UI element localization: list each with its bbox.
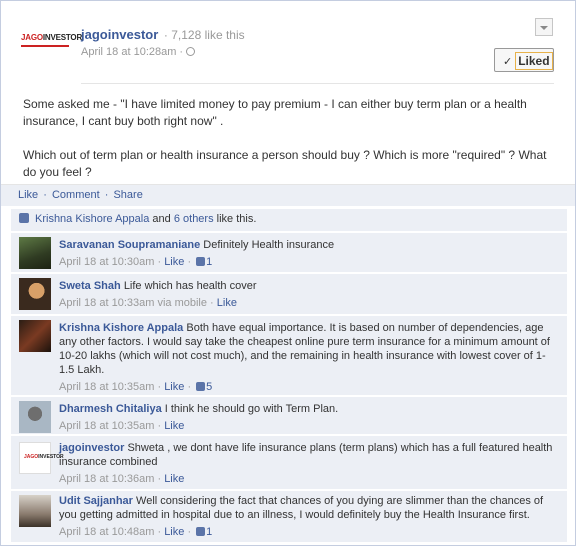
comment-like-link[interactable]: Like (217, 297, 237, 309)
comment-meta: April 18 at 10:48am · Like · 1 (59, 525, 559, 539)
meta-separator: · (210, 297, 214, 309)
share-action[interactable]: Share (113, 189, 142, 201)
comment-like-count[interactable]: 1 (206, 526, 212, 538)
comment-item: Udit Sajjanhar Well considering the fact… (11, 490, 567, 542)
globe-icon (186, 47, 196, 56)
action-separator: · (43, 189, 47, 201)
avatar[interactable] (19, 401, 51, 433)
avatar[interactable] (19, 495, 51, 527)
meta-separator: · (157, 381, 162, 393)
comment-item: Krishna Kishore Appala Both have equal i… (11, 315, 567, 395)
mini-logo: JAGOINVESTOR (24, 454, 64, 460)
logo-underline (21, 45, 69, 47)
post-paragraph-2: Which out of term plan or health insuran… (23, 148, 547, 179)
comment-like-link[interactable]: Like (164, 526, 184, 538)
meta-separator: · (187, 381, 192, 393)
comment-action[interactable]: Comment (52, 189, 100, 201)
page-name-link[interactable]: jagoinvestor (81, 27, 158, 42)
comment-like-link[interactable]: Like (164, 381, 184, 393)
avatar[interactable] (19, 237, 51, 269)
like-action[interactable]: Like (18, 189, 38, 201)
avatar[interactable] (19, 320, 51, 352)
meta-separator: · (187, 526, 192, 538)
comment-body: jagoinvestor Shweta , we dont have life … (59, 441, 559, 486)
post-header: jagoinvestor · 7,128 like this (81, 27, 245, 42)
meta-separator: · (157, 473, 162, 485)
comment-body: Krishna Kishore Appala Both have equal i… (59, 321, 559, 394)
comment-author[interactable]: Udit Sajjanhar (59, 495, 133, 507)
liked-button[interactable]: ✓ Liked (494, 48, 554, 72)
comment-author[interactable]: Sweta Shah (59, 280, 121, 292)
comment-body: Saravanan Soupramaniane Definitely Healt… (59, 238, 559, 269)
meta-separator: · (179, 46, 184, 58)
meta-separator: · (157, 256, 162, 268)
likes-connector: and (152, 213, 171, 225)
header-divider (81, 83, 554, 84)
comment-meta: April 18 at 10:35am · Like · 5 (59, 380, 559, 394)
comment-time[interactable]: April 18 at 10:35am (59, 381, 154, 393)
check-icon: ✓ (503, 56, 513, 68)
comment-item: Sweta Shah Life which has health cover A… (11, 273, 567, 314)
comment-like-link[interactable]: Like (164, 256, 184, 268)
comment-item: JAGOINVESTOR jagoinvestor Shweta , we do… (11, 435, 567, 489)
thumbs-up-icon (196, 527, 206, 536)
comment-body: Dharmesh Chitaliya I think he should go … (59, 402, 559, 433)
liker-name-link[interactable]: Krishna Kishore Appala (35, 213, 149, 225)
meta-separator: · (157, 420, 162, 432)
thumbs-up-icon (196, 382, 206, 391)
comment-time[interactable]: April 18 at 10:35am (59, 420, 154, 432)
comment-item: Dharmesh Chitaliya I think he should go … (11, 396, 567, 434)
comment-body: Sweta Shah Life which has health cover A… (59, 279, 559, 310)
comment-author[interactable]: Krishna Kishore Appala (59, 322, 183, 334)
page-likes-count: · 7,128 like this (163, 28, 245, 42)
logo-text-prefix: JAGO (24, 454, 39, 460)
post-options-button[interactable] (535, 18, 553, 36)
comment-meta: April 18 at 10:33am via mobile · Like (59, 296, 559, 310)
comment-text: Shweta , we dont have life insurance pla… (59, 442, 553, 468)
thumbs-up-icon (196, 257, 206, 266)
comment-like-link[interactable]: Like (164, 473, 184, 485)
post-meta: April 18 at 10:28am · (81, 46, 196, 58)
liked-label: Liked (515, 52, 553, 70)
comment-like-link[interactable]: Like (164, 420, 184, 432)
action-separator: · (104, 189, 109, 201)
comment-time[interactable]: April 18 at 10:36am (59, 473, 154, 485)
comment-like-count[interactable]: 5 (206, 381, 212, 393)
others-link[interactable]: 6 others (174, 213, 214, 225)
comment-meta: April 18 at 10:30am · Like · 1 (59, 255, 559, 269)
page-logo[interactable]: JAGOINVESTOR (21, 33, 82, 53)
avatar[interactable] (19, 278, 51, 310)
avatar[interactable]: JAGOINVESTOR (19, 442, 64, 474)
comment-text: Life which has health cover (123, 280, 257, 292)
comment-text: I think he should go with Term Plan. (164, 403, 339, 415)
comment-meta: April 18 at 10:35am · Like (59, 419, 559, 433)
comment-time[interactable]: April 18 at 10:48am (59, 526, 154, 538)
logo-text-prefix: JAGO (21, 33, 43, 42)
likes-suffix: like this. (216, 213, 257, 225)
meta-separator: · (157, 526, 162, 538)
likes-summary: Krishna Kishore Appala and 6 others like… (11, 209, 567, 231)
logo-text-suffix: INVESTOR (42, 33, 83, 42)
comment-author[interactable]: jagoinvestor (59, 442, 124, 454)
facebook-post-card: JAGOINVESTOR jagoinvestor · 7,128 like t… (0, 0, 576, 546)
post-action-bar: Like · Comment · Share (1, 184, 575, 206)
meta-separator: · (187, 256, 192, 268)
chevron-down-icon (540, 26, 548, 30)
thumbs-up-icon (19, 213, 29, 223)
comment-author[interactable]: Saravanan Soupramaniane (59, 239, 200, 251)
comment-item: Saravanan Soupramaniane Definitely Healt… (11, 232, 567, 272)
comment-author[interactable]: Dharmesh Chitaliya (59, 403, 162, 415)
comment-like-count[interactable]: 1 (206, 256, 212, 268)
comment-body: Udit Sajjanhar Well considering the fact… (59, 494, 559, 539)
post-timestamp[interactable]: April 18 at 10:28am (81, 46, 176, 58)
post-body: Some asked me - "I have limited money to… (23, 96, 553, 198)
post-paragraph-1: Some asked me - "I have limited money to… (23, 97, 527, 128)
comment-time[interactable]: April 18 at 10:33am via mobile (59, 297, 207, 309)
comment-time[interactable]: April 18 at 10:30am (59, 256, 154, 268)
comment-text: Definitely Health insurance (203, 239, 335, 251)
comment-meta: April 18 at 10:36am · Like (59, 472, 559, 486)
